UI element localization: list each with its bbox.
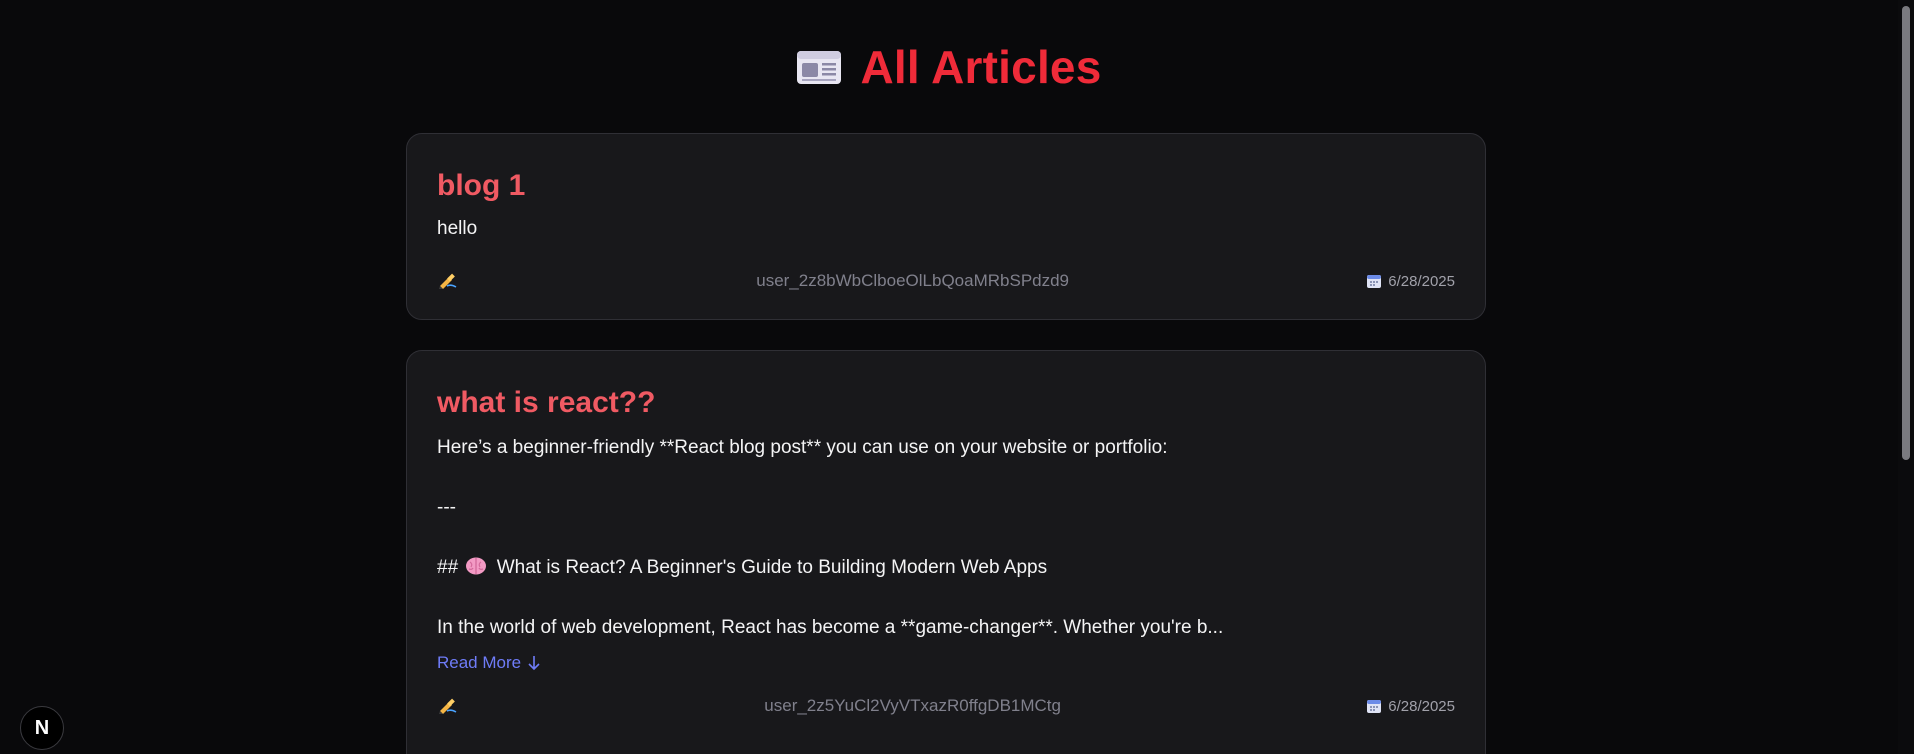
badge-label: N (34, 716, 50, 739)
article-footer: user_2z5YuCl2VyVTxazR0ffgDB1MCtg 6/28/20… (437, 695, 1455, 717)
article-date: 6/28/2025 (1366, 273, 1455, 290)
writing-hand-icon (439, 698, 457, 714)
date-text: 6/28/2025 (1388, 272, 1455, 290)
author-id: user_2z8bWbClboeOlLbQoaMRbSPdzd9 (756, 271, 1070, 290)
page-header: All Articles (0, 40, 1898, 94)
read-more-link[interactable]: Read More (437, 653, 541, 673)
writing-hand-icon (439, 273, 457, 289)
article-date: 6/28/2025 (1366, 698, 1455, 715)
article-text: Here’s a beginner-friendly **React blog … (437, 437, 1168, 458)
read-more-label: Read More (437, 653, 522, 672)
brain-icon (466, 557, 487, 575)
article-heading-line: ## What is React? A Beginner's Guide to … (437, 553, 1455, 583)
nextjs-dev-badge[interactable]: N (20, 706, 64, 750)
scrollbar[interactable] (1898, 0, 1914, 754)
author-id: user_2z5YuCl2VyVTxazR0ffgDB1MCtg (764, 696, 1061, 715)
article-text: hello (437, 218, 478, 239)
calendar-icon (1367, 275, 1382, 288)
page-title: All Articles (860, 41, 1102, 93)
calendar-icon (1367, 700, 1382, 713)
date-text: 6/28/2025 (1388, 697, 1455, 715)
newspaper-icon (797, 51, 842, 84)
article-title[interactable]: what is react?? (437, 385, 1455, 421)
article-title[interactable]: blog 1 (437, 168, 1455, 204)
heading-prefix: ## (437, 557, 459, 578)
article-card[interactable]: blog 1 hello user_2z8bWbClboeOlLbQoaMRbS… (406, 133, 1486, 320)
arrow-down-icon (528, 656, 540, 671)
heading-text: What is React? A Beginner's Guide to Bui… (496, 557, 1048, 578)
page: All Articles blog 1 hello user_2z8bWbClb… (0, 0, 1914, 754)
article-body: hello (437, 214, 1455, 244)
article-body: Here’s a beginner-friendly **React blog … (437, 433, 1455, 643)
article-card[interactable]: what is react?? Here’s a beginner-friend… (406, 350, 1486, 754)
article-text: In the world of web development, React h… (437, 617, 1224, 638)
scrollbar-thumb[interactable] (1902, 6, 1910, 460)
article-footer: user_2z8bWbClboeOlLbQoaMRbSPdzd9 6/28/20… (437, 270, 1455, 292)
article-text: --- (437, 497, 456, 518)
